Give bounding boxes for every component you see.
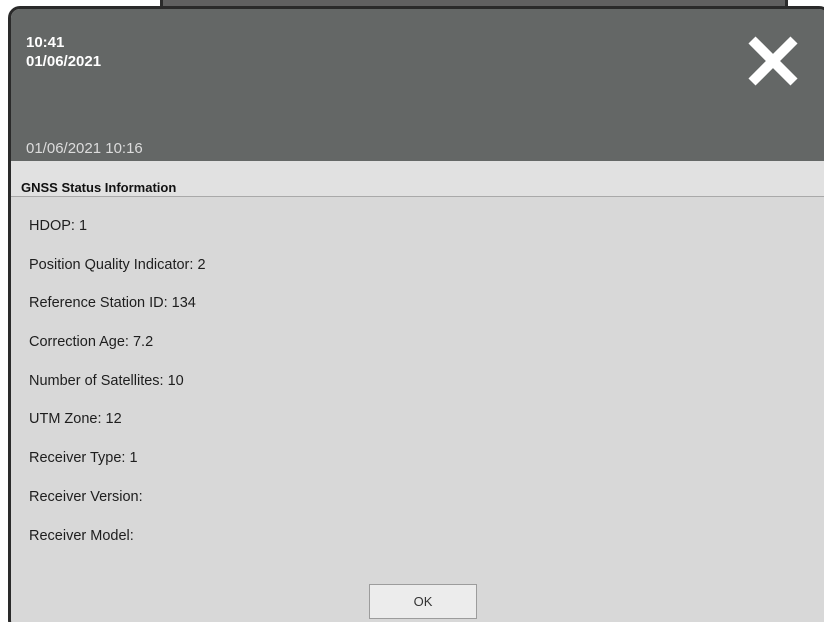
ok-button[interactable]: OK bbox=[369, 584, 477, 619]
info-hdop: HDOP: 1 bbox=[29, 218, 88, 234]
clock-time: 10:41 bbox=[26, 34, 65, 51]
close-icon bbox=[748, 36, 798, 86]
gnss-status-dialog: 10:41 01/06/2021 01/06/2021 10:16 GNSS S… bbox=[8, 6, 824, 622]
section-title-bar: GNSS Status Information bbox=[11, 161, 824, 197]
close-button[interactable] bbox=[743, 31, 803, 91]
info-position-quality: Position Quality Indicator: 2 bbox=[29, 256, 206, 273]
gnss-info-list: HDOP: 1 Position Quality Indicator: 2 Re… bbox=[29, 216, 206, 564]
info-receiver-type: Receiver Type: 1 bbox=[29, 450, 138, 467]
dialog-header: 10:41 01/06/2021 01/06/2021 10:16 bbox=[11, 9, 824, 161]
section-title: GNSS Status Information bbox=[21, 180, 177, 195]
clock-date: 01/06/2021 bbox=[26, 53, 102, 70]
clock: 10:41 01/06/2021 bbox=[26, 33, 101, 71]
info-receiver-version: Receiver Version: bbox=[29, 488, 143, 505]
info-receiver-model: Receiver Model: bbox=[29, 527, 134, 544]
info-correction-age: Correction Age: 7.2 bbox=[29, 334, 154, 351]
record-timestamp: 01/06/2021 10:16 bbox=[26, 140, 143, 157]
info-reference-station: Reference Station ID: 134 bbox=[29, 295, 196, 312]
info-utm-zone: UTM Zone: 12 bbox=[29, 411, 122, 428]
screen: 10:41 01/06/2021 01/06/2021 10:16 GNSS S… bbox=[0, 0, 824, 622]
info-satellites: Number of Satellites: 10 bbox=[29, 372, 184, 389]
